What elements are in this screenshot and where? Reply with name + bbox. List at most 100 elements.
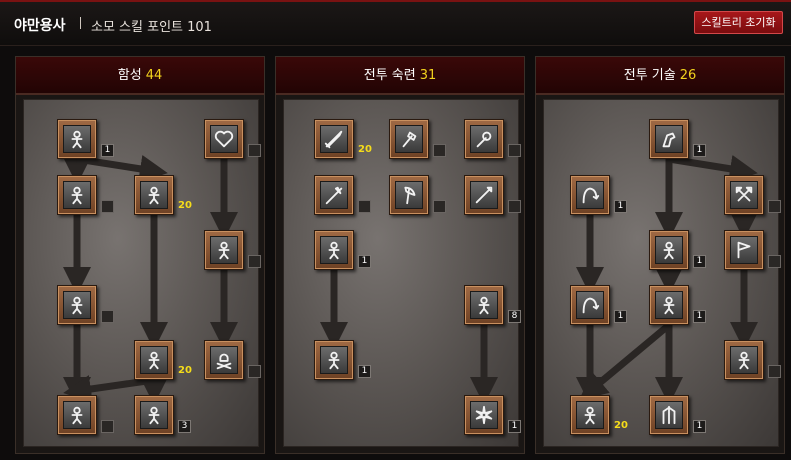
tree-background: 1 1 1 1 1 20 1: [543, 99, 781, 447]
skill-slot[interactable]: [204, 230, 244, 270]
concentrate-icon: [655, 236, 683, 264]
skill-slot[interactable]: [134, 395, 174, 435]
skull-crossbones-icon: [210, 346, 238, 374]
skill-level: 20: [358, 144, 372, 155]
skill-slot[interactable]: [389, 175, 429, 215]
skill-level: 1: [101, 144, 114, 157]
skill-level: [768, 255, 781, 268]
skill-slot[interactable]: [389, 119, 429, 159]
skill-slot[interactable]: [57, 119, 97, 159]
skill-slot[interactable]: [649, 395, 689, 435]
skill-level: 1: [693, 255, 706, 268]
whirlwind-axe-icon: [730, 346, 758, 374]
skill-slot[interactable]: [314, 340, 354, 380]
skill-slot[interactable]: [570, 285, 610, 325]
tree-header: 전투 기술 26: [536, 57, 784, 95]
double-axe-icon: [730, 181, 758, 209]
skill-slot[interactable]: [314, 119, 354, 159]
tree-name: 전투 숙련: [363, 68, 416, 83]
skill-slot[interactable]: [724, 340, 764, 380]
skill-slot[interactable]: [134, 175, 174, 215]
tree-name: 전투 기술: [623, 68, 676, 83]
flag-icon: [730, 236, 758, 264]
tree-header: 함성 44: [16, 57, 264, 95]
skill-tree-panel: 전투 기술 26 1 1 1 1 1 20 1: [535, 56, 785, 454]
skill-slot[interactable]: [204, 340, 244, 380]
skill-slot[interactable]: [204, 119, 244, 159]
top-bar: 야만용사 소모 스킬 포인트 101 스킬트리 초기화: [0, 0, 791, 46]
skill-level: 1: [693, 420, 706, 433]
skill-slot[interactable]: [57, 175, 97, 215]
skill-level: 20: [178, 200, 192, 211]
frenzy-icon: [655, 291, 683, 319]
polearm-icon: [320, 181, 348, 209]
kick-icon: [470, 291, 498, 319]
sword-icon: [320, 125, 348, 153]
tree-header: 전투 숙련 31: [276, 57, 524, 95]
skill-level: [101, 420, 114, 433]
class-name: 야만용사: [14, 18, 66, 34]
tree-points: 26: [679, 68, 697, 83]
battle-axe-icon: [395, 181, 423, 209]
skill-level: [768, 200, 781, 213]
skill-link-arrow: [63, 375, 155, 403]
fist-icon: [655, 125, 683, 153]
spear-icon: [470, 181, 498, 209]
skill-level: [508, 144, 521, 157]
skill-slot[interactable]: [724, 175, 764, 215]
skill-level: 8: [508, 310, 521, 323]
skill-level: [101, 200, 114, 213]
burst-icon: [470, 401, 498, 429]
skill-link-arrow: [579, 322, 672, 400]
shout-icon: [63, 125, 91, 153]
skill-level: 20: [178, 365, 192, 376]
skill-slot[interactable]: [57, 285, 97, 325]
skill-slot[interactable]: [464, 119, 504, 159]
skill-level: 1: [508, 420, 521, 433]
skill-slot[interactable]: [57, 395, 97, 435]
skill-level: 1: [614, 200, 627, 213]
leap-icon: [576, 181, 604, 209]
skill-slot[interactable]: [464, 285, 504, 325]
skill-slot[interactable]: [724, 230, 764, 270]
skill-level: 1: [358, 255, 371, 268]
skill-level: 20: [614, 420, 628, 431]
skill-slot[interactable]: [649, 230, 689, 270]
skill-tree-panel: 전투 숙련 31 20 1 8 1 1: [275, 56, 525, 454]
skill-slot[interactable]: [570, 175, 610, 215]
mace-icon: [470, 125, 498, 153]
skill-level: 1: [358, 365, 371, 378]
stun-icon: [63, 401, 91, 429]
skill-slot[interactable]: [464, 175, 504, 215]
skill-slot[interactable]: [649, 285, 689, 325]
heart-cross-icon: [210, 125, 238, 153]
skill-points-info: 소모 스킬 포인트 101: [91, 20, 212, 35]
skill-slot[interactable]: [314, 175, 354, 215]
skill-link-arrow: [668, 154, 758, 183]
berserk-icon: [655, 401, 683, 429]
battle-orders-icon: [140, 346, 168, 374]
reset-skill-tree-button[interactable]: 스킬트리 초기화: [694, 11, 783, 34]
axe-icon: [395, 125, 423, 153]
skill-level: [768, 365, 781, 378]
warcry-icon: [210, 236, 238, 264]
skill-level: [101, 310, 114, 323]
header-divider: [80, 17, 81, 29]
howl-icon: [63, 181, 91, 209]
leap-attack-icon: [576, 291, 604, 319]
skill-slot[interactable]: [134, 340, 174, 380]
battle-cry-icon: [140, 181, 168, 209]
tree-name: 함성: [117, 68, 142, 83]
skill-level: 1: [614, 310, 627, 323]
skill-level: [433, 200, 446, 213]
dash-icon: [320, 346, 348, 374]
skill-level: [508, 200, 521, 213]
tree-points: 44: [145, 68, 163, 83]
battle-command-icon: [140, 401, 168, 429]
skill-tree-panel: 함성 44 1 20 20 3: [15, 56, 265, 454]
skill-link-arrow: [76, 155, 168, 183]
skill-slot[interactable]: [570, 395, 610, 435]
skill-slot[interactable]: [464, 395, 504, 435]
skill-slot[interactable]: [314, 230, 354, 270]
skill-slot[interactable]: [649, 119, 689, 159]
